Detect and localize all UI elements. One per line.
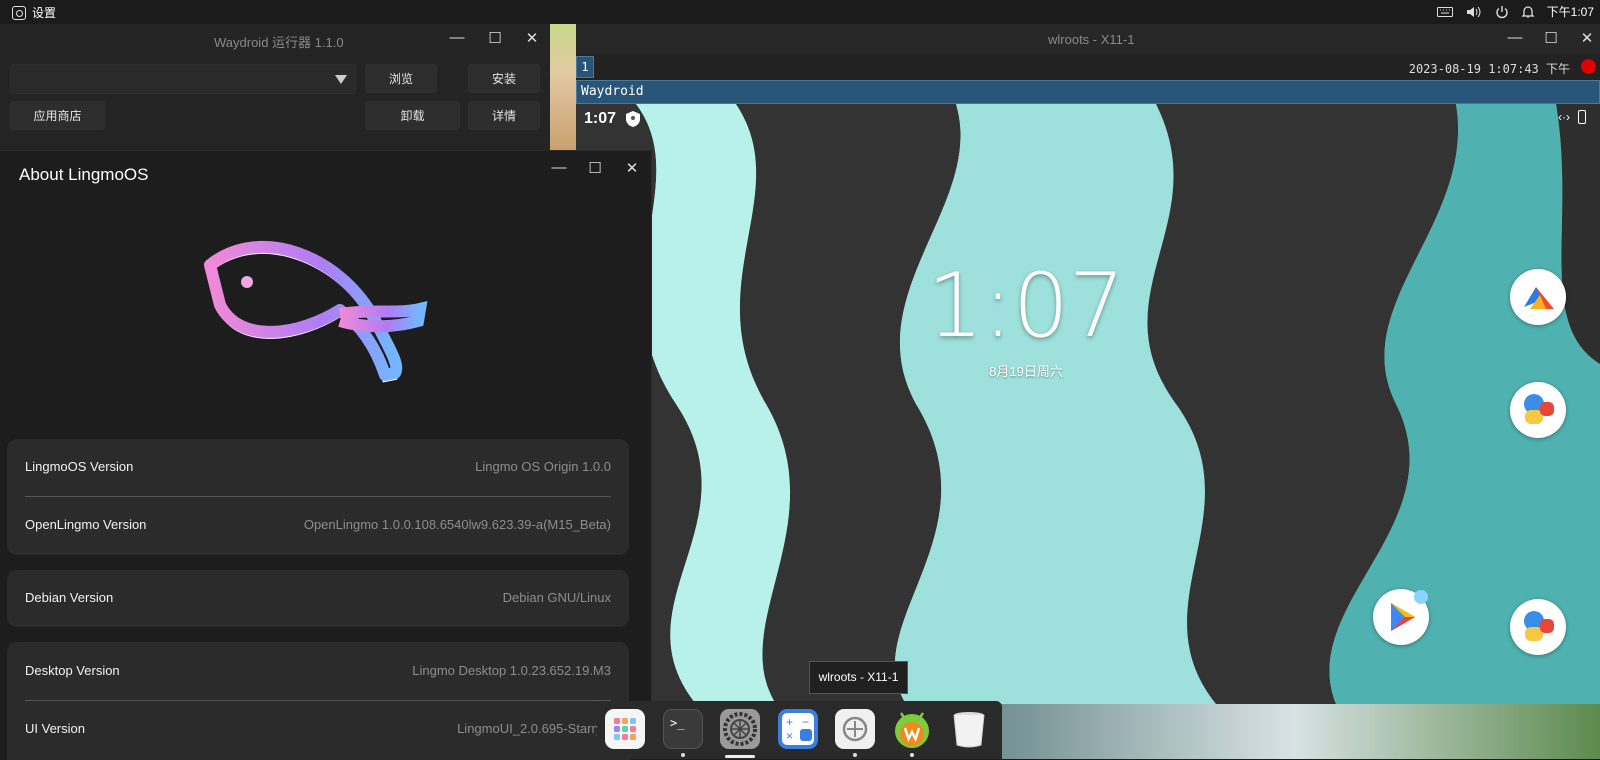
about-lingmoos-window: About LingmoOS — ☐ ✕ LingmoOS Version Li… (0, 150, 652, 760)
divider (25, 496, 611, 497)
waydroid-icon[interactable] (892, 709, 932, 749)
about-minimize-icon[interactable]: — (548, 159, 570, 176)
runner-maximize-icon[interactable]: ☐ (484, 29, 506, 47)
about-close-icon[interactable]: ✕ (621, 159, 643, 177)
lingmoos-version-label: LingmoOS Version (25, 459, 134, 474)
install-button[interactable]: 安装 (468, 64, 540, 93)
workspace-button[interactable]: 1 (576, 56, 594, 78)
notification-dot-icon (1414, 590, 1428, 604)
running-indicator (681, 753, 685, 757)
wlroots-close-icon[interactable]: ✕ (1576, 29, 1598, 47)
details-button[interactable]: 详情 (468, 101, 540, 130)
desktop-version-label: Desktop Version (25, 663, 120, 678)
lingmoos-version-row: LingmoOS Version Lingmo OS Origin 1.0.0 (25, 459, 611, 474)
debian-version-row: Debian Version Debian GNU/Linux (25, 590, 611, 605)
active-indicator (725, 755, 755, 758)
browse-button[interactable]: 浏览 (365, 64, 437, 93)
top-panel: 设置 下午1:07 (0, 0, 1600, 24)
active-app-title: 设置 (32, 6, 57, 20)
wallpaper-strip (550, 24, 576, 150)
power-icon[interactable] (1495, 5, 1509, 19)
dock-tooltip: wlroots - X11-1 (809, 661, 908, 694)
calculator-icon[interactable]: + − × (778, 709, 818, 749)
volume-icon[interactable] (1465, 5, 1483, 19)
debian-version-value: Debian GNU/Linux (502, 590, 611, 605)
openlingmo-version-row: OpenLingmo Version OpenLingmo 1.0.0.108.… (25, 517, 611, 532)
divider (25, 700, 611, 701)
runner-minimize-icon[interactable]: — (446, 29, 468, 46)
android-status-time: 1:07 (584, 110, 617, 127)
panel-clock[interactable]: 下午1:07 (1547, 3, 1594, 20)
apk-path-combobox[interactable] (10, 64, 356, 94)
runner-close-icon[interactable]: ✕ (521, 29, 543, 47)
runner-title: Waydroid 运行器 1.1.0 (214, 35, 344, 50)
lockscreen-clock: 1:07 (927, 254, 1125, 357)
ui-version-row: UI Version LingmoUI_2.0.695-StarryS (25, 721, 611, 736)
openlingmo-version-label: OpenLingmo Version (25, 517, 147, 532)
wlroots-maximize-icon[interactable]: ☐ (1540, 29, 1562, 47)
aurora-store-icon[interactable] (1510, 269, 1566, 325)
android-screen[interactable]: 1:07 ‹·› 1:07 8月19日周六 (576, 104, 1600, 704)
lingmo-fish-logo-icon (204, 241, 428, 383)
about-maximize-icon[interactable]: ☐ (584, 159, 606, 177)
settings-gear-icon[interactable] (720, 709, 760, 749)
running-indicator (853, 753, 857, 757)
status-indicator-icon[interactable] (1581, 59, 1596, 74)
terminal-icon[interactable]: >_ (663, 709, 703, 749)
wlroots-window: wlroots - X11-1 — ☐ ✕ 1 2023-08-19 1:07:… (576, 24, 1600, 759)
running-indicator (910, 753, 914, 757)
lingmoos-version-value: Lingmo OS Origin 1.0.0 (475, 459, 611, 474)
wlroots-title: wlroots - X11-1 (1048, 32, 1135, 47)
app-store-button[interactable]: 应用商店 (10, 101, 105, 130)
about-title: About LingmoOS (19, 165, 149, 184)
uninstall-button[interactable]: 卸载 (365, 101, 460, 130)
wlroots-minimize-icon[interactable]: — (1504, 29, 1526, 46)
ui-version-value: LingmoUI_2.0.695-StarryS (457, 721, 611, 736)
desktop-version-row: Desktop Version Lingmo Desktop 1.0.23.65… (25, 663, 611, 678)
chevron-down-icon[interactable] (335, 75, 347, 85)
dock: >_ + − × (597, 701, 1002, 759)
keyboard-icon[interactable] (1436, 6, 1453, 18)
notification-bell-icon[interactable] (1521, 5, 1535, 19)
app-icon-faces-1[interactable] (1510, 382, 1566, 438)
waydroid-runner-window: Waydroid 运行器 1.1.0 — ☐ ✕ 浏览 安装 应用商店 卸载 详… (0, 24, 550, 150)
app-icon-faces-2[interactable] (1510, 599, 1566, 655)
version-card-3: Desktop Version Lingmo Desktop 1.0.23.65… (7, 642, 629, 760)
tray: 下午1:07 (1436, 3, 1594, 20)
battery-icon (1578, 110, 1586, 124)
settings-app-icon (12, 5, 26, 20)
version-card-2: Debian Version Debian GNU/Linux (7, 570, 629, 627)
sway-bar: 1 2023-08-19 1:07:43 下午 (576, 54, 1600, 80)
desktop-version-value: Lingmo Desktop 1.0.23.652.19.M3 (412, 663, 611, 678)
android-wallpaper (576, 104, 1600, 704)
wlroots-titlebar: wlroots - X11-1 — ☐ ✕ (576, 24, 1600, 54)
shield-icon (626, 111, 640, 127)
window-title-tab-label: Waydroid (581, 84, 644, 99)
version-card-1: LingmoOS Version Lingmo OS Origin 1.0.0 … (7, 439, 629, 555)
ui-version-label: UI Version (25, 721, 85, 736)
debian-version-label: Debian Version (25, 590, 114, 605)
signal-icon: ‹·› (1558, 110, 1570, 124)
window-title-tab[interactable]: Waydroid (576, 80, 1600, 104)
trash-icon[interactable] (949, 709, 989, 749)
sway-status-time: 2023-08-19 1:07:43 下午 (1408, 62, 1570, 76)
active-app[interactable]: 设置 (12, 4, 56, 21)
lockscreen-date: 8月19日周六 (989, 364, 1063, 379)
system-settings-icon[interactable] (835, 709, 875, 749)
openlingmo-version-value: OpenLingmo 1.0.0.108.6540lw9.623.39-a(M1… (303, 517, 611, 532)
launcher-icon[interactable] (605, 709, 645, 749)
